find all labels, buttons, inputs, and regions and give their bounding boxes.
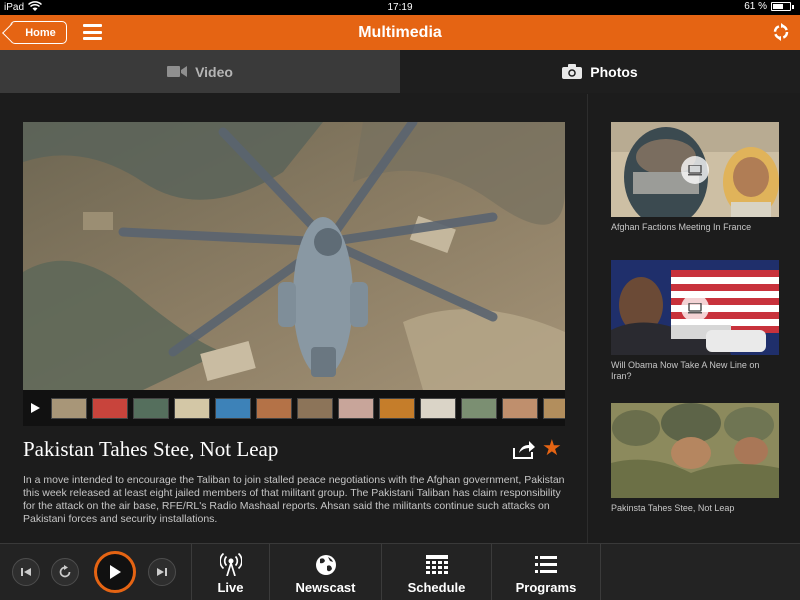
video-badge-icon bbox=[681, 156, 709, 184]
nav-schedule-label: Schedule bbox=[407, 580, 466, 595]
related-item[interactable]: Afghan Factions Meeting In France bbox=[611, 122, 779, 233]
filmstrip-thumb[interactable] bbox=[338, 397, 374, 419]
battery-indicator: 61 % bbox=[744, 1, 794, 12]
skip-forward-icon[interactable] bbox=[148, 558, 176, 586]
main-photo[interactable] bbox=[23, 122, 565, 390]
status-time: 17:19 bbox=[387, 2, 413, 13]
nav-programs-label: Programs bbox=[515, 580, 577, 595]
column-divider bbox=[587, 94, 588, 543]
filmstrip-thumb[interactable] bbox=[174, 397, 210, 419]
related-item-caption: Will Obama Now Take A New Line on Iran? bbox=[611, 360, 760, 381]
related-item[interactable]: Pakinsta Tahes Stee, Not Leap bbox=[611, 403, 779, 514]
status-bar: iPad 17:19 61 % bbox=[0, 0, 800, 15]
filmstrip-thumb[interactable] bbox=[461, 397, 497, 419]
filmstrip-thumb[interactable] bbox=[215, 397, 251, 419]
filmstrip-thumb[interactable] bbox=[51, 397, 87, 419]
tab-video-label: Video bbox=[195, 63, 233, 80]
play-icon bbox=[110, 565, 121, 579]
filmstrip-thumb[interactable] bbox=[502, 397, 538, 419]
nav-live[interactable]: Live bbox=[191, 544, 269, 600]
skip-back-icon[interactable] bbox=[12, 558, 40, 586]
article-title: Pakistan Tahes Stee, Not Leap bbox=[23, 437, 279, 461]
bottom-bar: Live Newscast Schedule Programs bbox=[0, 543, 800, 600]
filmstrip-thumb[interactable] bbox=[133, 397, 169, 419]
filmstrip-thumb[interactable] bbox=[92, 397, 128, 419]
refresh-icon[interactable] bbox=[772, 23, 790, 41]
article-body: In a move intended to encourage the Tali… bbox=[23, 474, 565, 525]
related-item-caption: Afghan Factions Meeting In France bbox=[611, 222, 752, 232]
star-icon[interactable]: ★ bbox=[542, 437, 564, 459]
filmstrip-thumb[interactable] bbox=[379, 397, 415, 419]
tab-photos-label: Photos bbox=[590, 63, 638, 80]
app-header: Home Multimedia bbox=[0, 15, 800, 50]
nav-schedule[interactable]: Schedule bbox=[381, 544, 491, 600]
photo-camera-icon bbox=[562, 64, 583, 79]
related-item[interactable]: Will Obama Now Take A New Line on Iran? bbox=[611, 260, 779, 382]
related-item-image bbox=[611, 260, 779, 355]
tab-video[interactable]: Video bbox=[0, 50, 400, 93]
filmstrip-thumb[interactable] bbox=[543, 397, 565, 419]
filmstrip-thumb[interactable] bbox=[297, 397, 333, 419]
media-tabs: Video Photos bbox=[0, 50, 800, 93]
play-icon[interactable] bbox=[31, 399, 40, 417]
calendar-grid-icon bbox=[425, 553, 448, 576]
photo-filmstrip bbox=[23, 390, 565, 426]
battery-icon bbox=[771, 2, 791, 11]
nav-programs[interactable]: Programs bbox=[491, 544, 601, 600]
battery-percent: 61 % bbox=[744, 1, 767, 12]
broadcast-icon bbox=[219, 553, 242, 576]
filmstrip-thumb[interactable] bbox=[420, 397, 456, 419]
share-icon[interactable] bbox=[512, 440, 536, 460]
nav-live-label: Live bbox=[217, 580, 244, 595]
page-title: Multimedia bbox=[358, 24, 442, 41]
related-item-image bbox=[611, 122, 779, 217]
list-icon bbox=[535, 553, 557, 576]
play-pause-button[interactable] bbox=[94, 551, 136, 593]
related-item-image bbox=[611, 403, 779, 498]
tab-photos[interactable]: Photos bbox=[400, 50, 800, 93]
related-item-caption: Pakinsta Tahes Stee, Not Leap bbox=[611, 503, 735, 513]
globe-icon bbox=[315, 553, 337, 576]
nav-newscast-label: Newscast bbox=[295, 580, 356, 595]
video-badge-icon bbox=[681, 294, 709, 322]
replay-icon[interactable] bbox=[51, 558, 79, 586]
video-camera-icon bbox=[167, 66, 188, 77]
nav-newscast[interactable]: Newscast bbox=[269, 544, 381, 600]
filmstrip-thumb[interactable] bbox=[256, 397, 292, 419]
